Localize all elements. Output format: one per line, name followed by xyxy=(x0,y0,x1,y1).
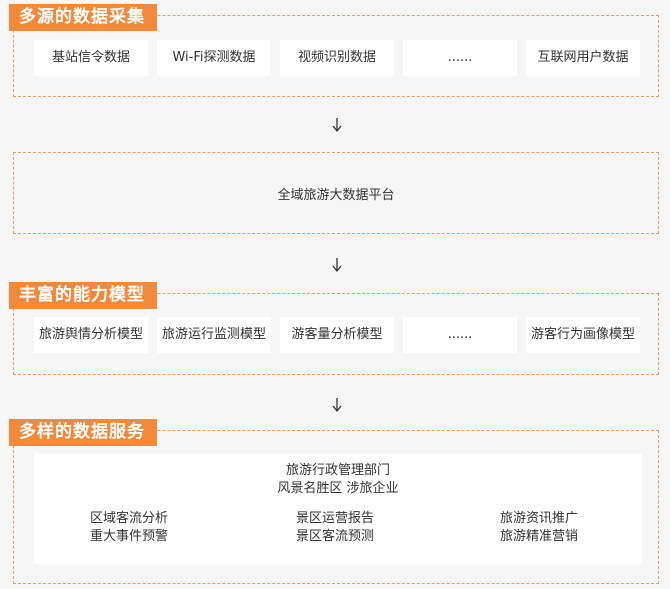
service-column: 景区运营报告 景区客流预测 xyxy=(260,510,410,546)
service-item: 旅游精准营销 xyxy=(499,529,578,544)
model-item: 旅游舆情分析模型 xyxy=(34,317,148,353)
services-audience-line1: 旅游行政管理部门 xyxy=(285,463,390,478)
service-item: 景区客流预测 xyxy=(295,529,374,544)
service-column: 区域客流分析 重大事件预警 xyxy=(54,510,204,546)
collection-item: 基站信令数据 xyxy=(34,40,148,76)
model-item: 游客量分析模型 xyxy=(280,317,394,353)
services-audience-line2: 风景名胜区 涉旅企业 xyxy=(277,481,399,496)
platform-section: 全域旅游大数据平台 xyxy=(13,152,659,234)
down-arrow-icon xyxy=(332,258,342,273)
down-arrow-icon xyxy=(332,118,342,133)
services-panel: 旅游行政管理部门 风景名胜区 涉旅企业 区域客流分析 重大事件预警 景区运营报告… xyxy=(34,454,642,564)
services-title: 多样的数据服务 xyxy=(9,419,157,446)
models-title: 丰富的能力模型 xyxy=(9,282,157,309)
service-column: 旅游资讯推广 旅游精准营销 xyxy=(464,510,614,546)
collection-item: 视频识别数据 xyxy=(280,40,394,76)
platform-label: 全域旅游大数据平台 xyxy=(277,187,395,203)
service-item: 旅游资讯推广 xyxy=(499,511,578,526)
model-item: ...... xyxy=(403,317,517,353)
model-item: 旅游运行监测模型 xyxy=(157,317,271,353)
collection-item: Wi-Fi探测数据 xyxy=(157,40,271,76)
model-item: 游客行为画像模型 xyxy=(526,317,640,353)
data-collection-title: 多源的数据采集 xyxy=(9,4,157,31)
service-item: 景区运营报告 xyxy=(295,511,374,526)
down-arrow-icon xyxy=(332,398,342,413)
collection-item: ...... xyxy=(403,40,517,76)
service-item: 区域客流分析 xyxy=(89,511,168,526)
collection-item: 互联网用户数据 xyxy=(526,40,640,76)
service-item: 重大事件预警 xyxy=(89,529,168,544)
